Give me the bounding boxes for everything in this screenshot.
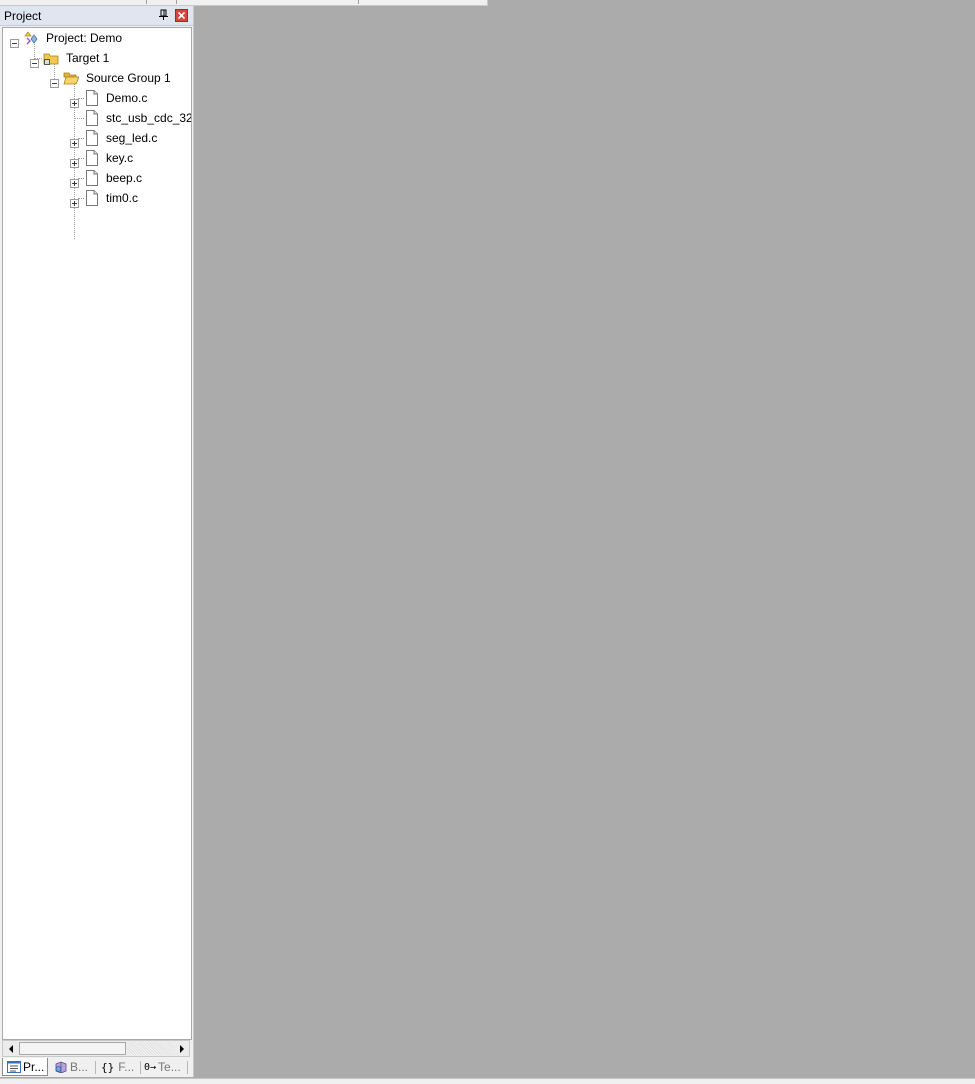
expand-file-toggle[interactable] bbox=[70, 139, 79, 148]
tab-label: B... bbox=[70, 1060, 89, 1074]
file-icon bbox=[86, 190, 98, 206]
tree-item-label: key.c bbox=[106, 151, 134, 165]
collapse-project-toggle[interactable] bbox=[10, 39, 19, 48]
open-folder-icon bbox=[63, 72, 79, 85]
tab-project[interactable]: Pr... bbox=[2, 1058, 48, 1076]
tab-label: Pr... bbox=[23, 1059, 45, 1074]
close-icon bbox=[177, 11, 186, 20]
file-icon bbox=[86, 130, 98, 146]
scroll-left-button[interactable] bbox=[3, 1041, 18, 1056]
collapse-group-toggle[interactable] bbox=[50, 79, 59, 88]
arrow-right-icon bbox=[179, 1044, 184, 1053]
functions-tab-icon: {} bbox=[101, 1060, 115, 1074]
tree-item-file[interactable]: stc_usb_cdc_32g bbox=[103, 108, 192, 128]
file-icon bbox=[86, 170, 98, 186]
project-tree[interactable]: Project: Demo Target 1 Source Group 1 De bbox=[2, 27, 192, 1040]
file-icon bbox=[86, 150, 98, 166]
expand-file-toggle[interactable] bbox=[70, 199, 79, 208]
collapse-target-toggle[interactable] bbox=[30, 59, 39, 68]
file-icon bbox=[86, 90, 98, 106]
tree-item-file[interactable]: tim0.c bbox=[103, 188, 138, 208]
tree-item-label: Demo.c bbox=[106, 91, 148, 105]
status-strip bbox=[0, 1078, 975, 1084]
tree-item-label: Project: Demo bbox=[46, 31, 123, 45]
tree-item-label: Target 1 bbox=[66, 51, 110, 65]
tab-templates[interactable]: 0→ Te... bbox=[142, 1058, 186, 1076]
toolbar-separator bbox=[146, 0, 147, 4]
project-panel: Project Project: Demo Target 1 Source Gr… bbox=[0, 6, 194, 1077]
project-tab-icon bbox=[7, 1060, 21, 1073]
tree-item-label: stc_usb_cdc_32g bbox=[106, 111, 192, 125]
panel-header: Project bbox=[0, 6, 193, 26]
tree-item-file[interactable]: Demo.c bbox=[103, 88, 147, 108]
tree-item-project[interactable]: Project: Demo bbox=[43, 28, 122, 48]
close-panel-button[interactable] bbox=[175, 9, 188, 22]
tree-item-label: beep.c bbox=[106, 171, 143, 185]
tree-connector bbox=[74, 118, 84, 119]
expand-file-toggle[interactable] bbox=[70, 179, 79, 188]
tab-separator bbox=[95, 1061, 96, 1074]
tree-item-target[interactable]: Target 1 bbox=[63, 48, 109, 68]
toolbar-separator bbox=[358, 0, 359, 4]
expand-file-toggle[interactable] bbox=[70, 159, 79, 168]
tree-item-file[interactable]: seg_led.c bbox=[103, 128, 157, 148]
books-tab-icon bbox=[55, 1061, 67, 1073]
tree-item-label: seg_led.c bbox=[106, 131, 158, 145]
tab-label: F... bbox=[118, 1060, 135, 1074]
scroll-right-button[interactable] bbox=[174, 1041, 189, 1056]
tree-item-label: Source Group 1 bbox=[86, 71, 171, 85]
tab-separator bbox=[187, 1061, 188, 1074]
templates-tab-icon: 0→ bbox=[144, 1061, 157, 1073]
file-icon bbox=[86, 110, 98, 126]
tree-item-label: tim0.c bbox=[106, 191, 139, 205]
tab-books[interactable]: B... bbox=[50, 1058, 94, 1076]
panel-tabs: Pr... B... {} F... 0→ Te... bbox=[0, 1058, 193, 1077]
tree-item-file[interactable]: key.c bbox=[103, 148, 133, 168]
horizontal-scrollbar[interactable] bbox=[2, 1040, 190, 1057]
scrollbar-track[interactable] bbox=[127, 1042, 174, 1055]
target-folder-icon bbox=[43, 53, 59, 65]
pin-icon[interactable] bbox=[158, 9, 169, 21]
tree-item-source-group[interactable]: Source Group 1 bbox=[83, 68, 171, 88]
arrow-left-icon bbox=[8, 1044, 13, 1053]
tree-item-file[interactable]: beep.c bbox=[103, 168, 142, 188]
expand-file-toggle[interactable] bbox=[70, 99, 79, 108]
panel-title: Project bbox=[4, 9, 42, 23]
editor-area[interactable] bbox=[197, 6, 975, 1077]
toolbar-separator bbox=[176, 0, 177, 4]
project-icon bbox=[24, 31, 38, 45]
tab-functions[interactable]: {} F... bbox=[97, 1058, 139, 1076]
tab-separator bbox=[140, 1061, 141, 1074]
scrollbar-thumb[interactable] bbox=[19, 1042, 126, 1055]
tab-label: Te... bbox=[158, 1060, 181, 1074]
